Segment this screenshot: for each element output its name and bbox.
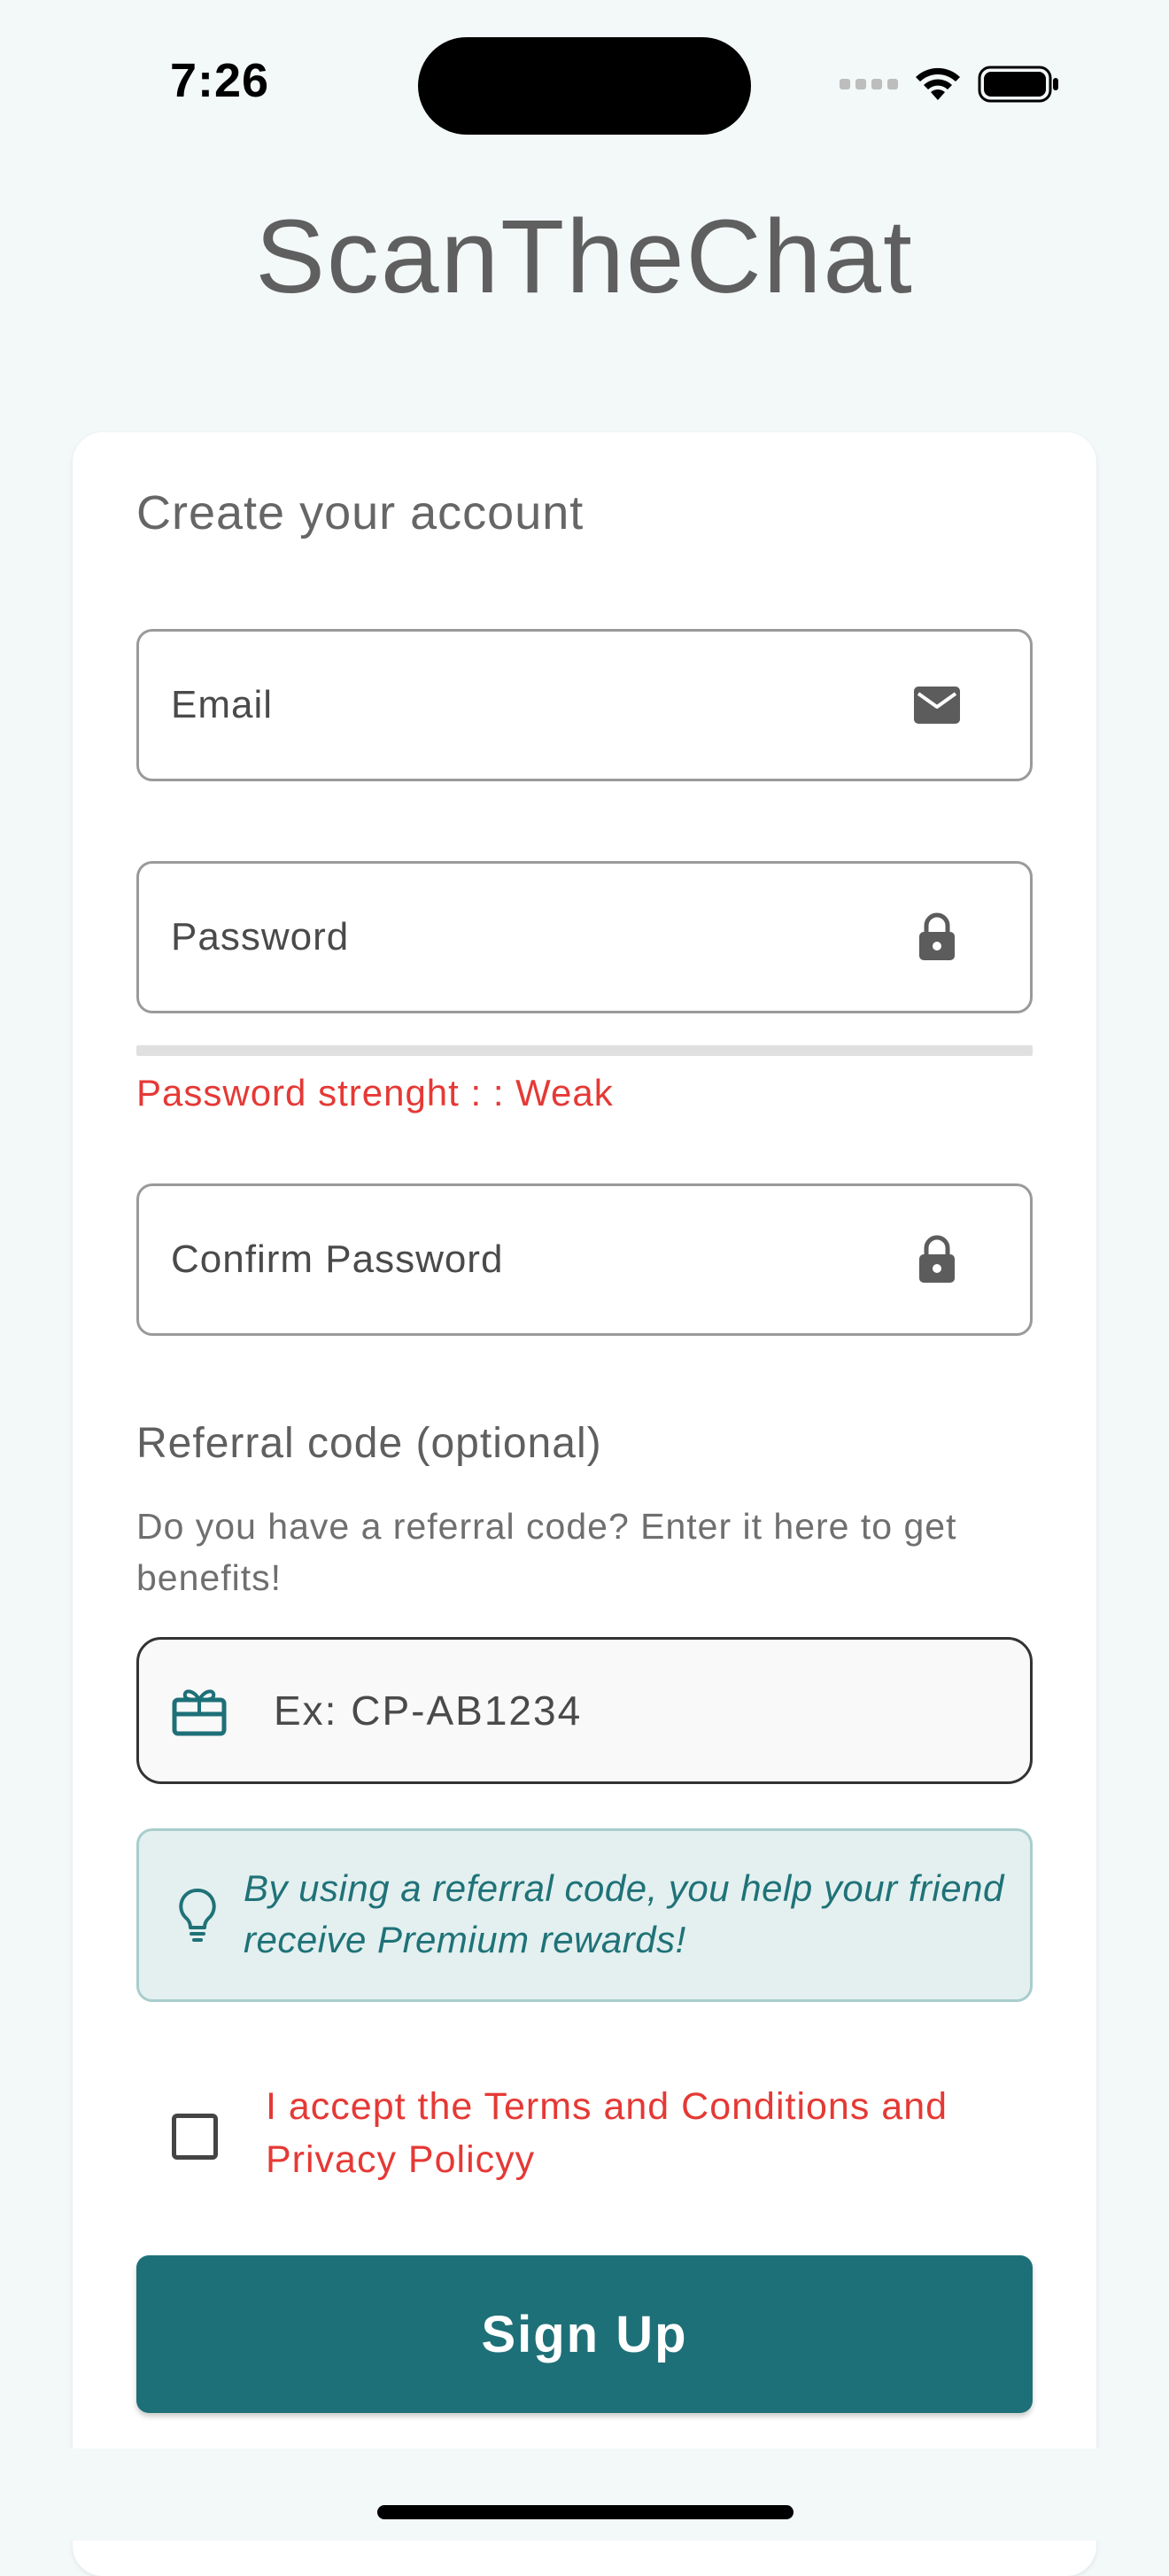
cellular-signal-icon (840, 79, 898, 89)
email-field[interactable] (136, 629, 1033, 781)
lock-icon[interactable] (911, 1234, 963, 1285)
terms-label[interactable]: I accept the Terms and Conditions and Pr… (266, 2080, 1027, 2186)
referral-code-field[interactable] (136, 1637, 1033, 1784)
wifi-icon (916, 67, 960, 100)
lightbulb-icon (179, 1888, 216, 1942)
password-field[interactable] (136, 861, 1033, 1013)
lock-icon[interactable] (911, 912, 963, 963)
email-input[interactable] (171, 632, 897, 779)
bottom-safe-area (0, 2448, 1169, 2541)
referral-code-input[interactable] (274, 1640, 982, 1781)
dynamic-island (418, 37, 751, 135)
terms-checkbox[interactable] (172, 2114, 218, 2160)
terms-row[interactable]: I accept the Terms and Conditions and Pr… (136, 2080, 1033, 2213)
password-strength-bar (136, 1045, 1033, 1056)
confirm-password-input[interactable] (171, 1186, 897, 1333)
signup-card: Create your account Password strenght : … (73, 432, 1096, 2576)
status-bar: 7:26 (0, 0, 1169, 168)
gift-icon (172, 1689, 227, 1736)
password-strength-label: Password strenght : : Weak (136, 1072, 614, 1113)
form-heading: Create your account (136, 486, 584, 539)
referral-title: Referral code (optional) (136, 1420, 602, 1467)
password-input[interactable] (171, 864, 897, 1011)
referral-info-text: By using a referral code, you help your … (244, 1867, 1004, 1960)
referral-info-box: By using a referral code, you help your … (136, 1828, 1033, 2002)
status-indicators (840, 62, 1061, 106)
sign-up-button[interactable]: Sign Up (136, 2255, 1033, 2413)
battery-icon (978, 66, 1058, 103)
confirm-password-field[interactable] (136, 1183, 1033, 1336)
home-indicator[interactable] (377, 2505, 794, 2519)
mail-icon (911, 679, 963, 731)
referral-description: Do you have a referral code? Enter it he… (136, 1506, 957, 1598)
app-title: ScanTheChat (255, 198, 914, 315)
status-time: 7:26 (170, 54, 270, 107)
